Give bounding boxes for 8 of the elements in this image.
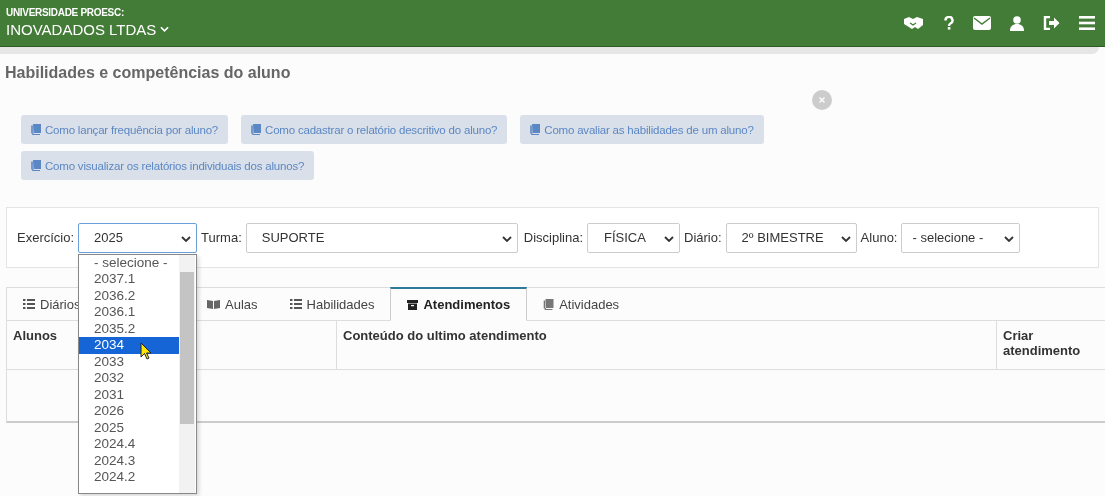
filter-label: Disciplina: (523, 230, 584, 245)
filter-label: Aluno: (860, 230, 898, 245)
institution-name: UNIVERSIDADE PROESC: (6, 6, 125, 18)
filter-label: Turma: (201, 230, 242, 245)
filter-label: Diário: (684, 230, 722, 245)
filter-label: Exercício: (17, 230, 75, 245)
page-title: Habilidades e competências do aluno (5, 64, 292, 82)
column-header: Conteúdo do ultimo atendimento (337, 321, 997, 369)
